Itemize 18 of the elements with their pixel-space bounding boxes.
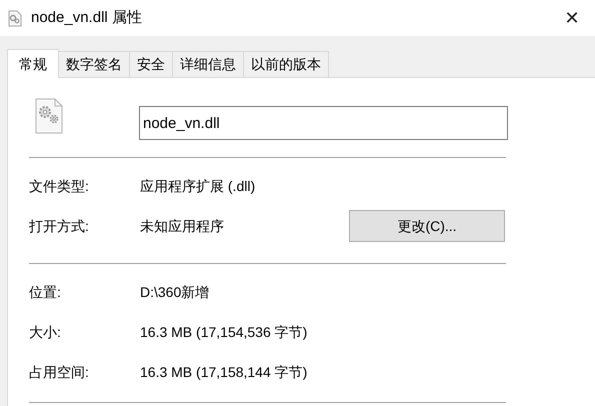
tab[interactable]: 以前的版本 [243,51,329,77]
tab[interactable]: 常规 [7,49,59,78]
field-value: D:\360新增 [140,282,210,302]
gear-file-icon [35,98,63,134]
gear-file-icon [8,10,22,26]
field-label: 位置: [29,282,62,302]
field-value: 未知应用程序 [140,216,225,236]
file-name-field[interactable]: node_vn.dll [139,106,508,140]
field-label: 打开方式: [29,216,90,236]
field-value: 16.3 MB (17,158,144 字节) [140,362,308,382]
change-button[interactable]: 更改(C)... [349,210,505,242]
field-value: 16.3 MB (17,154,536 字节) [140,322,308,342]
close-button[interactable]: ✕ [549,0,595,36]
field-label: 文件类型: [29,176,90,196]
window-title: node_vn.dll 属性 [31,8,142,28]
field-label: 大小: [29,322,62,342]
field-label: 占用空间: [29,362,90,382]
field-value: 应用程序扩展 (.dll) [140,176,256,196]
